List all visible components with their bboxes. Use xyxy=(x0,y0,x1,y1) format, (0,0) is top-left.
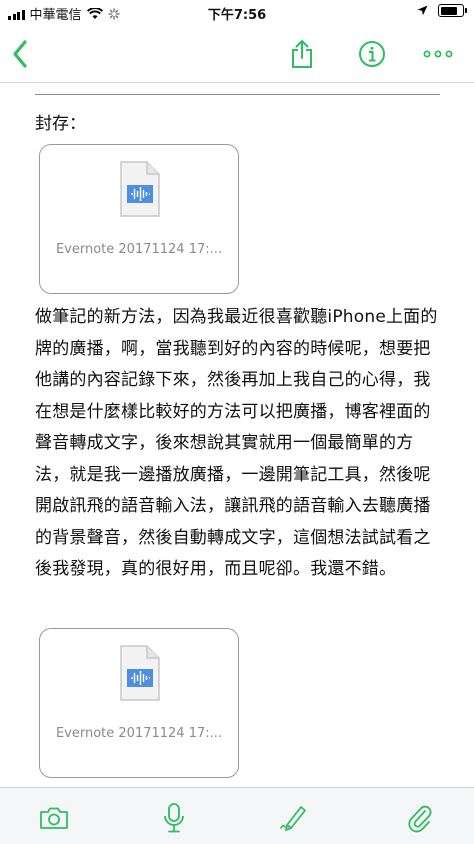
info-icon xyxy=(359,41,385,67)
divider xyxy=(35,94,440,95)
paperclip-icon xyxy=(408,805,432,833)
more-button[interactable] xyxy=(418,34,458,74)
archive-label: 封存： xyxy=(35,114,86,134)
camera-icon xyxy=(40,807,68,829)
more-icon xyxy=(423,50,453,58)
back-button[interactable] xyxy=(0,34,40,74)
audio-attachment[interactable]: Evernote 20171124 17:... xyxy=(39,627,239,778)
attachment-filename: Evernote 20171124 17:... xyxy=(55,725,223,741)
audio-file-icon xyxy=(120,644,160,701)
note-body-text: 做筆記的新方法，因為我最近很喜歡聽iPhone上面的牌的廣播，啊，當我聽到好的內… xyxy=(35,307,438,579)
attach-button[interactable] xyxy=(400,798,440,838)
bottom-toolbar xyxy=(0,787,474,844)
note-content[interactable]: 封存： Evernote 20171124 17:... 做筆記的新方法，因為我… xyxy=(35,82,445,778)
back-chevron-icon xyxy=(13,40,27,68)
audio-file-icon xyxy=(120,161,160,217)
audio-attachment[interactable]: Evernote 20171124 17:... xyxy=(39,144,239,294)
attachment-filename: Evernote 20171124 17:... xyxy=(55,242,223,257)
status-time: 下午7:56 xyxy=(207,8,267,23)
share-button[interactable] xyxy=(282,34,322,74)
battery-icon xyxy=(438,4,467,17)
pen-icon xyxy=(280,806,306,831)
share-icon xyxy=(292,40,312,68)
location-arrow-icon xyxy=(417,5,428,16)
audio-record-button[interactable] xyxy=(154,798,194,838)
info-button[interactable] xyxy=(352,34,392,74)
sketch-button[interactable] xyxy=(274,798,314,838)
nav-bar xyxy=(0,24,474,83)
camera-button[interactable] xyxy=(34,798,74,838)
microphone-icon xyxy=(164,803,184,833)
status-bar: 中華電信 下午7:56 xyxy=(0,0,474,24)
